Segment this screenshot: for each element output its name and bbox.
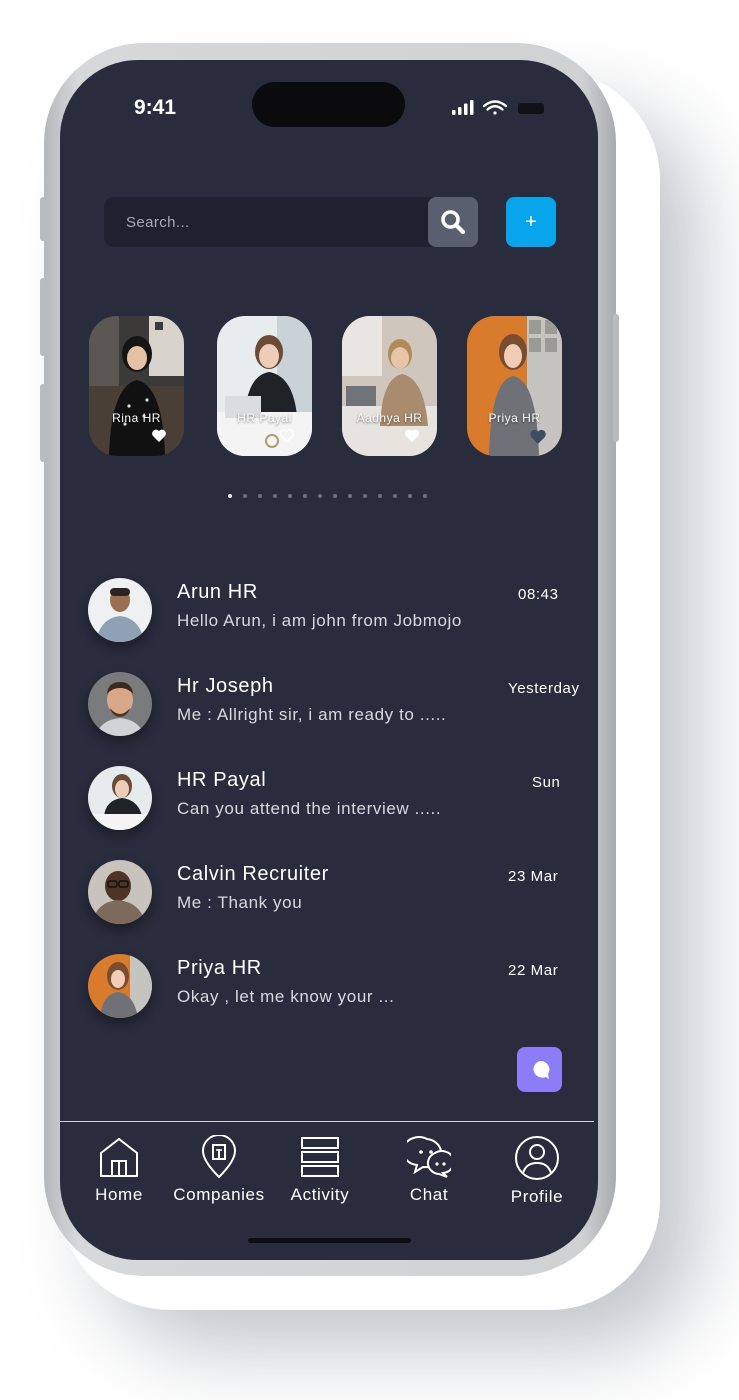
nav-chat-label: Chat xyxy=(409,1185,449,1204)
heart-icon[interactable] xyxy=(529,428,547,445)
battery-icon xyxy=(518,103,544,114)
message-time: Yesterday xyxy=(508,680,580,697)
location-pin-icon xyxy=(201,1135,237,1179)
pagination-dot[interactable] xyxy=(378,494,382,498)
message-time: 08:43 xyxy=(518,586,559,603)
new-message-button[interactable] xyxy=(517,1047,562,1092)
heart-icon[interactable] xyxy=(151,428,167,443)
chat-item-payal[interactable]: HR Payal Can you attend the interview ..… xyxy=(60,766,598,846)
volume-down-button xyxy=(40,384,46,462)
status-time: 9:41 xyxy=(134,96,177,119)
chat-item-calvin[interactable]: Calvin Recruiter Me : Thank you 23 Mar xyxy=(60,860,598,940)
pagination-dot[interactable] xyxy=(393,494,397,498)
pagination-dot[interactable] xyxy=(408,494,412,498)
nav-chat[interactable]: Chat xyxy=(374,1135,484,1205)
avatar xyxy=(88,860,152,924)
search-icon xyxy=(441,210,466,235)
home-indicator[interactable] xyxy=(248,1238,411,1243)
nav-companies-label: Companies xyxy=(173,1185,265,1204)
pagination-dot[interactable] xyxy=(333,494,337,498)
chat-bubbles-icon xyxy=(407,1136,451,1178)
pagination-dot[interactable] xyxy=(288,494,292,498)
message-preview: Me : Allright sir, i am ready to ..... xyxy=(177,705,447,724)
heart-outline-icon[interactable] xyxy=(279,428,295,443)
pagination-dot[interactable] xyxy=(273,494,277,498)
pagination-dot[interactable] xyxy=(363,494,367,498)
pagination-dot[interactable] xyxy=(348,494,352,498)
signal-icon xyxy=(452,100,474,115)
story-photo xyxy=(342,316,437,456)
search-bar[interactable]: Search... xyxy=(104,197,478,247)
avatar xyxy=(88,954,152,1018)
nav-activity[interactable]: Activity xyxy=(265,1135,375,1205)
contact-name: Arun HR xyxy=(177,581,258,603)
app-screen: 9:41 Search... + Rina HR HR Payal Aadhya… xyxy=(60,60,598,1260)
wifi-icon xyxy=(482,100,508,115)
story-photo xyxy=(467,316,562,456)
pagination-dot[interactable] xyxy=(318,494,322,498)
story-name: Aadhya HR xyxy=(356,411,423,425)
message-preview: Okay , let me know your ... xyxy=(177,987,395,1006)
nav-home[interactable]: Home xyxy=(64,1135,174,1205)
nav-home-label: Home xyxy=(95,1185,143,1204)
nav-activity-label: Activity xyxy=(290,1185,350,1204)
nav-profile-label: Profile xyxy=(510,1187,564,1206)
nav-divider xyxy=(60,1121,594,1122)
heart-icon[interactable] xyxy=(404,428,420,443)
story-name: HR Payal xyxy=(237,411,292,425)
search-button[interactable] xyxy=(428,197,478,247)
story-card-priya[interactable]: Priya HR xyxy=(467,316,562,456)
message-time: 22 Mar xyxy=(508,962,559,979)
story-card-payal[interactable]: HR Payal xyxy=(217,316,312,456)
nav-companies[interactable]: Companies xyxy=(164,1135,274,1205)
chat-item-joseph[interactable]: Hr Joseph Me : Allright sir, i am ready … xyxy=(60,672,598,752)
status-icons xyxy=(452,100,544,115)
pagination-dot[interactable] xyxy=(243,494,247,498)
activity-list-icon xyxy=(301,1137,339,1177)
avatar xyxy=(88,766,152,830)
chat-item-priya[interactable]: Priya HR Okay , let me know your ... 22 … xyxy=(60,954,598,1034)
story-photo xyxy=(89,316,184,456)
contact-name: Hr Joseph xyxy=(177,675,274,697)
avatar xyxy=(88,578,152,642)
power-button xyxy=(613,314,619,442)
chat-bubble-icon xyxy=(533,1060,549,1079)
chat-item-arun[interactable]: Arun HR Hello Arun, i am john from Jobmo… xyxy=(60,578,598,658)
pagination-dot[interactable] xyxy=(258,494,262,498)
pagination-dot-active[interactable] xyxy=(228,494,232,498)
story-card-aadhya[interactable]: Aadhya HR xyxy=(342,316,437,456)
message-preview: Hello Arun, i am john from Jobmojo xyxy=(177,611,462,630)
volume-up-button xyxy=(40,278,46,356)
pagination-dot[interactable] xyxy=(423,494,427,498)
pagination-dot[interactable] xyxy=(303,494,307,498)
profile-icon xyxy=(515,1136,559,1180)
message-preview: Can you attend the interview ..... xyxy=(177,799,442,818)
add-button[interactable]: + xyxy=(506,197,556,247)
mute-switch xyxy=(40,197,46,241)
story-card-rina[interactable]: Rina HR xyxy=(89,316,184,456)
story-name: Priya HR xyxy=(488,411,541,425)
search-input[interactable]: Search... xyxy=(126,214,190,231)
message-preview: Me : Thank you xyxy=(177,893,303,912)
contact-name: Calvin Recruiter xyxy=(177,863,329,885)
home-icon xyxy=(100,1137,138,1177)
contact-name: HR Payal xyxy=(177,769,267,791)
contact-name: Priya HR xyxy=(177,957,262,979)
story-name: Rina HR xyxy=(112,411,161,425)
add-button-label: + xyxy=(525,210,537,233)
message-time: 23 Mar xyxy=(508,868,559,885)
nav-profile[interactable]: Profile xyxy=(482,1135,592,1207)
story-photo xyxy=(217,316,312,456)
avatar xyxy=(88,672,152,736)
message-time: Sun xyxy=(532,774,561,791)
dynamic-island xyxy=(252,82,405,127)
